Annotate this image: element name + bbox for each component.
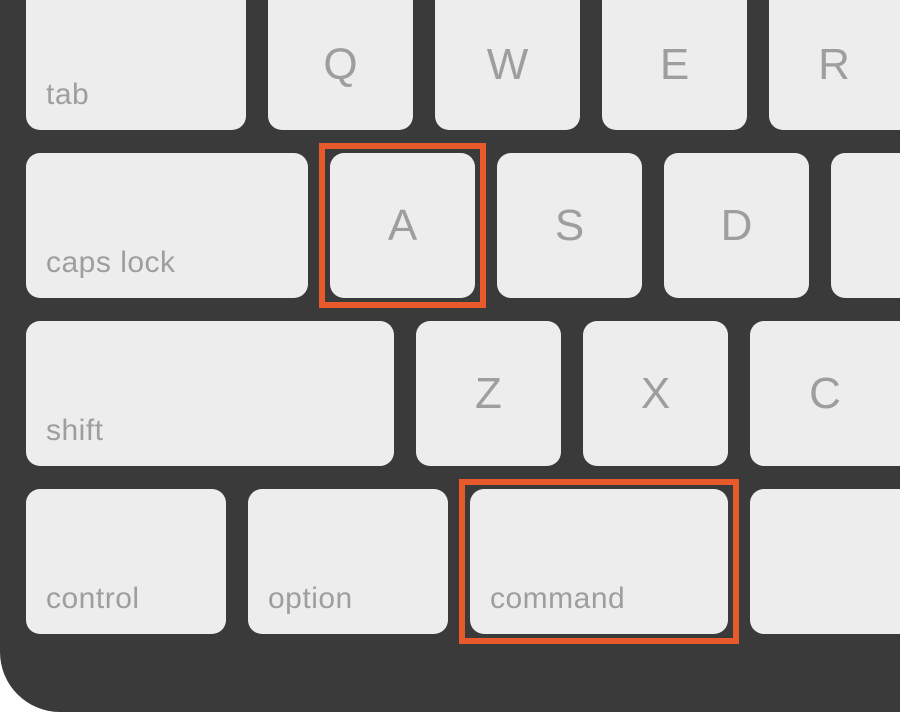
key-a[interactable]: A: [330, 153, 475, 298]
key-label: A: [388, 201, 417, 251]
key-space-partial[interactable]: [750, 489, 900, 634]
key-shift[interactable]: shift: [26, 321, 394, 466]
key-tab[interactable]: tab: [26, 0, 246, 130]
key-option[interactable]: option: [248, 489, 448, 634]
keyboard-diagram: tab Q W E R caps lock A S D shift Z X C …: [0, 0, 900, 712]
key-caps-lock[interactable]: caps lock: [26, 153, 308, 298]
key-d[interactable]: D: [664, 153, 809, 298]
key-label: command: [490, 582, 625, 616]
key-label: control: [46, 582, 140, 616]
key-x[interactable]: X: [583, 321, 728, 466]
key-command[interactable]: command: [470, 489, 728, 634]
key-label: C: [809, 369, 841, 419]
key-label: tab: [46, 78, 89, 112]
key-label: D: [721, 201, 753, 251]
key-e[interactable]: E: [602, 0, 747, 130]
key-label: Q: [323, 40, 357, 90]
key-label: Z: [475, 369, 502, 419]
key-label: E: [660, 40, 689, 90]
key-partial-row2[interactable]: [831, 153, 900, 298]
key-label: W: [487, 40, 529, 90]
key-w[interactable]: W: [435, 0, 580, 130]
key-r[interactable]: R: [769, 0, 900, 130]
key-label: X: [641, 369, 670, 419]
key-label: S: [555, 201, 584, 251]
key-z[interactable]: Z: [416, 321, 561, 466]
key-label: shift: [46, 414, 104, 448]
key-label: caps lock: [46, 246, 176, 280]
key-q[interactable]: Q: [268, 0, 413, 130]
key-s[interactable]: S: [497, 153, 642, 298]
key-control[interactable]: control: [26, 489, 226, 634]
key-label: option: [268, 582, 353, 616]
key-c[interactable]: C: [750, 321, 900, 466]
key-label: R: [818, 40, 850, 90]
